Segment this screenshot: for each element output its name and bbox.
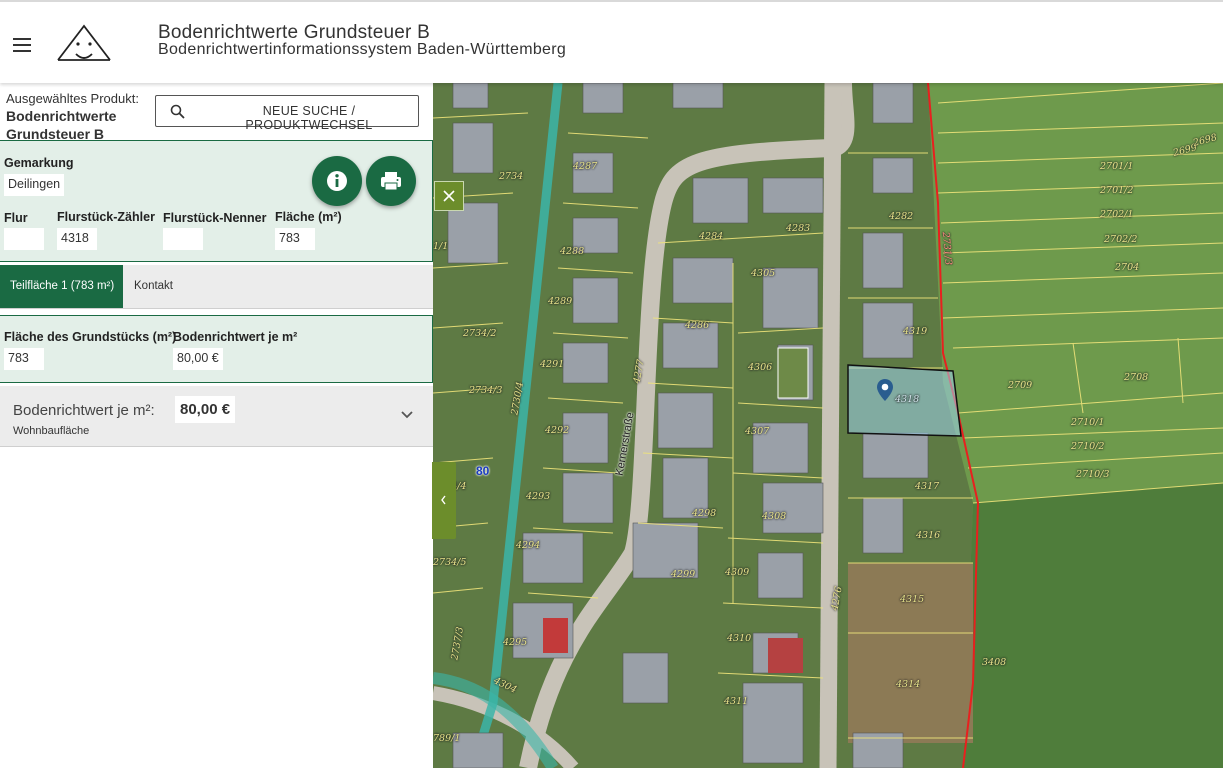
info-icon bbox=[327, 171, 347, 191]
parcel-label: 2709 bbox=[1008, 380, 1033, 391]
flaeche-label: Fläche (m²) bbox=[275, 210, 342, 224]
chevron-left-icon bbox=[441, 495, 446, 505]
brw-expandable-row[interactable]: Bodenrichtwert je m²: Wohnbaufläche 80,0… bbox=[0, 386, 433, 447]
parcel-label: 4298 bbox=[692, 508, 717, 519]
product-label: Ausgewähltes Produkt: bbox=[6, 91, 139, 106]
parcel-label: 2710/1 bbox=[1071, 417, 1105, 428]
location-pin-icon[interactable] bbox=[876, 378, 894, 402]
info-button[interactable] bbox=[312, 156, 362, 206]
parcel-label: 2701/2 bbox=[1100, 185, 1134, 196]
parcel-label: 4294 bbox=[516, 540, 541, 551]
parcel-label: 4307 bbox=[745, 426, 770, 437]
new-search-label: NEUE SUCHE / PRODUKTWECHSEL bbox=[245, 104, 373, 132]
parcel-label: 4310 bbox=[727, 633, 752, 644]
parcel-label: 4287 bbox=[573, 161, 598, 172]
parcel-label: 2704 bbox=[1115, 262, 1140, 273]
info-panel: Ausgewähltes Produkt: Bodenrichtwerte Gr… bbox=[0, 83, 433, 768]
parcel-label: 4315 bbox=[900, 594, 925, 605]
zaehler-label: Flurstück-Zähler bbox=[57, 210, 155, 224]
parcel-label: 4286 bbox=[685, 320, 710, 331]
logo-icon bbox=[57, 24, 111, 61]
parcel-label: 2734/2 bbox=[463, 328, 497, 339]
parcel-label: 4306 bbox=[748, 362, 773, 373]
tab-kontakt[interactable]: Kontakt bbox=[134, 265, 173, 308]
parcel-label: 4317 bbox=[915, 481, 940, 492]
road-number-badge: 80 bbox=[476, 464, 490, 478]
parcel-label: 4308 bbox=[762, 511, 787, 522]
parcel-label: 2708 bbox=[1124, 372, 1149, 383]
parcel-label: 2710/3 bbox=[1076, 469, 1110, 480]
brw-value: 80,00 € bbox=[173, 348, 223, 370]
parcel-label: 4282 bbox=[889, 211, 914, 222]
parcel-label: 4305 bbox=[751, 268, 776, 279]
parcel-label: 1/1 bbox=[433, 241, 449, 252]
tab-teilflaeche[interactable]: Teilfläche 1 (783 m²) bbox=[0, 265, 123, 308]
parcel-label: 4318 bbox=[895, 394, 920, 405]
flur-value bbox=[4, 228, 44, 250]
grundstueck-flaeche-value: 783 bbox=[4, 348, 44, 370]
parcel-label: 4311 bbox=[724, 696, 749, 707]
flaeche-value: 783 bbox=[275, 228, 315, 250]
brw-label: Bodenrichtwert je m² bbox=[173, 330, 298, 344]
gemarkung-label: Gemarkung bbox=[4, 156, 74, 170]
parcel-label: 4295 bbox=[503, 637, 528, 648]
close-panel-button[interactable] bbox=[434, 181, 464, 211]
collapse-panel-button[interactable] bbox=[432, 462, 456, 539]
parcel-label: 4291 bbox=[540, 359, 565, 370]
parcel-label: 2734 bbox=[499, 171, 524, 182]
parcel-info-box: Gemarkung Deilingen Flur Flurstück-Zähle… bbox=[0, 140, 433, 262]
parcel-label: 2734/5 bbox=[433, 557, 467, 568]
parcel-label: 4288 bbox=[560, 246, 585, 257]
brw-row-value: 80,00 € bbox=[175, 396, 236, 423]
app-subtitle: Bodenrichtwertinformationssystem Baden-W… bbox=[158, 41, 567, 58]
parcel-label: 4283 bbox=[786, 223, 811, 234]
nenner-value bbox=[163, 228, 203, 250]
parcel-label: 4314 bbox=[896, 679, 921, 690]
parcel-label: 4309 bbox=[725, 567, 750, 578]
close-icon bbox=[443, 190, 455, 202]
parcel-label: 2702/1 bbox=[1100, 209, 1134, 220]
parcel-label: 2734/3 bbox=[469, 385, 503, 396]
brw-row-label: Bodenrichtwert je m²: bbox=[13, 402, 155, 419]
parcel-label: 4316 bbox=[916, 530, 941, 541]
chevron-down-icon[interactable] bbox=[400, 410, 414, 420]
parcel-label: 2701/1 bbox=[1100, 161, 1134, 172]
value-box: Fläche des Grundstücks (m²) 783 Bodenric… bbox=[0, 315, 433, 383]
app-header: Bodenrichtwerte Grundsteuer B Bodenricht… bbox=[0, 0, 1223, 83]
nenner-label: Flurstück-Nenner bbox=[163, 211, 267, 225]
parcel-label: 4293 bbox=[526, 491, 551, 502]
menu-icon[interactable] bbox=[13, 38, 31, 52]
tab-bar: Teilfläche 1 (783 m²) Kontakt bbox=[0, 265, 433, 309]
parcel-label: 789/1 bbox=[433, 733, 461, 744]
brw-row-sub: Wohnbaufläche bbox=[13, 425, 90, 437]
flur-label: Flur bbox=[4, 211, 28, 225]
print-icon bbox=[381, 172, 401, 191]
search-icon bbox=[170, 104, 185, 119]
parcel-label: 4319 bbox=[903, 326, 928, 337]
product-name: Bodenrichtwerte Grundsteuer B bbox=[6, 108, 117, 142]
zaehler-value: 4318 bbox=[57, 228, 97, 250]
print-button[interactable] bbox=[366, 156, 416, 206]
parcel-label: 4299 bbox=[671, 569, 696, 580]
new-search-button[interactable]: NEUE SUCHE / PRODUKTWECHSEL bbox=[155, 95, 419, 132]
parcel-label: 2710/2 bbox=[1071, 441, 1105, 452]
parcel-label: 4289 bbox=[548, 296, 573, 307]
map-view[interactable]: 4287 2734 4288 4289 2734/2 4291 2734/3 4… bbox=[433, 83, 1223, 768]
parcel-label: 3408 bbox=[982, 657, 1007, 668]
parcel-label: 4284 bbox=[699, 231, 724, 242]
gemarkung-value: Deilingen bbox=[4, 174, 65, 196]
grundstueck-flaeche-label: Fläche des Grundstücks (m²) bbox=[4, 330, 177, 344]
parcel-label: 4292 bbox=[545, 425, 570, 436]
parcel-label: 2702/2 bbox=[1104, 234, 1138, 245]
